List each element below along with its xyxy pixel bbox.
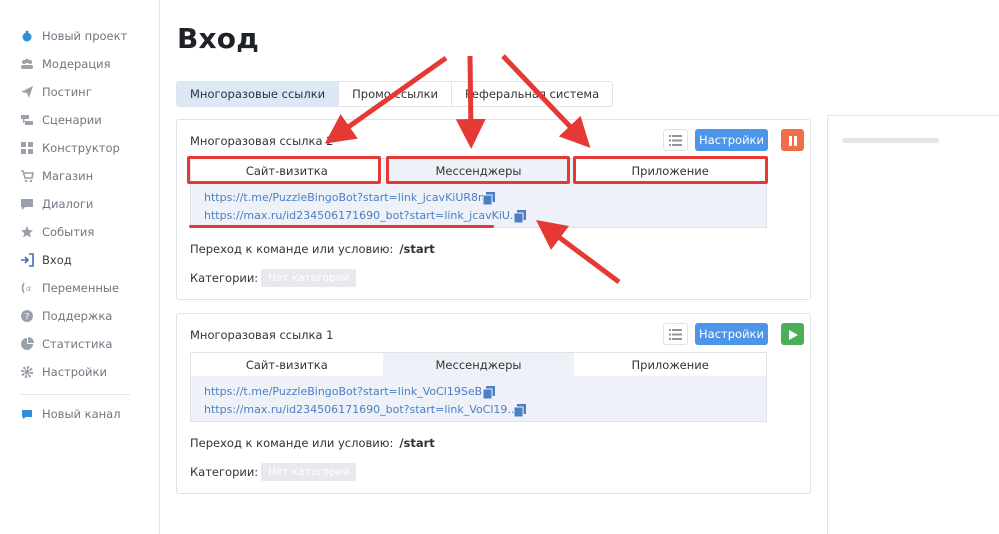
section-tabs: Многоразовые ссылки Промо ссылки Реферал… [176,81,614,107]
pause-button[interactable] [781,129,804,151]
cart-icon [20,169,34,183]
copy-icon[interactable] [513,208,526,224]
telegram-link[interactable]: https://t.me/PuzzleBingoBot?start=link_V… [204,385,487,398]
list-icon [669,131,682,150]
command-value: /start [399,242,435,256]
sidebar-item-label: Вход [42,253,72,267]
svg-text:?: ? [25,313,30,323]
sidebar-item-label: Переменные [42,281,120,295]
right-panel [827,115,999,534]
highlight-underline [189,225,494,228]
tab-messengers[interactable]: Мессенджеры [382,353,575,376]
list-button[interactable] [663,323,688,345]
command-row: Переход к команде или условию: /start [190,242,435,256]
login-icon [20,253,34,267]
sidebar-item-settings[interactable]: Настройки [20,363,107,381]
link-box: https://t.me/PuzzleBingoBot?start=link_j… [190,182,767,228]
users-icon [20,57,34,71]
command-value: /start [399,436,435,450]
list-button[interactable] [663,129,688,151]
command-label: Переход к команде или условию: [190,436,394,450]
sidebar-item-new-channel[interactable]: Новый канал [20,405,121,423]
tab-reusable-links[interactable]: Многоразовые ссылки [177,82,340,106]
categories-badge: Нет категорий [261,269,357,287]
card-title: Многоразовая ссылка 1 [190,328,334,342]
tab-app[interactable]: Приложение [574,159,766,182]
sidebar-item-label: Новый проект [42,29,128,43]
project-icon [20,29,34,43]
sidebar-item-label: Настройки [42,365,107,379]
variable-icon: α [20,281,34,295]
sidebar-item-login[interactable]: Вход [20,251,72,269]
copy-icon[interactable] [513,402,526,418]
sidebar-item-statistics[interactable]: Статистика [20,335,112,353]
tab-business-card[interactable]: Сайт-визитка [191,159,383,182]
tab-promo-links[interactable]: Промо ссылки [339,82,452,106]
sidebar-item-label: События [42,225,95,239]
telegram-link[interactable]: https://t.me/PuzzleBingoBot?start=link_j… [204,191,489,204]
link-type-tabs: Сайт-визитка Мессенджеры Приложение [190,158,767,182]
max-link[interactable]: https://max.ru/id234506171690_bot?start=… [204,403,518,416]
pie-icon [20,337,34,351]
settings-button[interactable]: Настройки [695,323,768,345]
play-icon [788,325,798,344]
sidebar-item-label: Постинг [42,85,92,99]
play-button[interactable] [781,323,804,345]
sidebar-item-moderation[interactable]: Модерация [20,55,111,73]
sidebar-item-constructor[interactable]: Конструктор [20,139,120,157]
categories-badge: Нет категорий [261,463,357,481]
sidebar-item-label: Магазин [42,169,94,183]
categories-label: Категории: [190,465,259,479]
gear-icon [20,365,34,379]
tab-app[interactable]: Приложение [574,353,766,376]
link-card: Многоразовая ссылка 2 Настройки Сайт-виз… [176,119,811,300]
sidebar: Новый проект Модерация Постинг Сценарии … [0,0,160,534]
sidebar-item-events[interactable]: События [20,223,94,241]
sidebar-item-label: Модерация [42,57,111,71]
sidebar-item-label: Новый канал [42,407,121,421]
sidebar-item-scenarios[interactable]: Сценарии [20,111,102,129]
list-icon [669,325,682,344]
sidebar-item-label: Диалоги [42,197,94,211]
sidebar-item-label: Статистика [42,337,113,351]
sidebar-item-posting[interactable]: Постинг [20,83,92,101]
pause-icon [788,131,798,150]
send-icon [20,85,34,99]
tab-referral-system[interactable]: Реферальная система [452,82,612,106]
svg-text:α: α [26,284,31,293]
sidebar-item-variables[interactable]: α Переменные [20,279,119,297]
chat-icon [20,197,34,211]
page-title: Вход [177,22,260,55]
grid-icon [20,141,34,155]
star-icon [20,225,34,239]
sidebar-item-new-project[interactable]: Новый проект [20,27,127,45]
channel-icon [20,407,34,421]
settings-button[interactable]: Настройки [695,129,768,151]
command-row: Переход к команде или условию: /start [190,436,435,450]
sidebar-item-support[interactable]: ? Поддержка [20,307,112,325]
tab-messengers[interactable]: Мессенджеры [382,159,575,182]
command-label: Переход к команде или условию: [190,242,394,256]
sidebar-item-shop[interactable]: Магазин [20,167,93,185]
loading-placeholder [842,138,939,143]
sidebar-divider [20,394,130,395]
sidebar-item-label: Поддержка [42,309,113,323]
card-title: Многоразовая ссылка 2 [190,134,334,148]
link-card: Многоразовая ссылка 1 Настройки Сайт-виз… [176,313,811,494]
copy-icon[interactable] [482,190,495,206]
link-box: https://t.me/PuzzleBingoBot?start=link_V… [190,376,767,422]
scenario-icon [20,113,34,127]
copy-icon[interactable] [482,384,495,400]
sidebar-item-dialogs[interactable]: Диалоги [20,195,93,213]
categories-label: Категории: [190,271,259,285]
sidebar-item-label: Сценарии [42,113,102,127]
help-icon: ? [20,309,34,323]
tab-business-card[interactable]: Сайт-визитка [191,353,383,376]
max-link[interactable]: https://max.ru/id234506171690_bot?start=… [204,209,520,222]
link-type-tabs: Сайт-визитка Мессенджеры Приложение [190,352,767,376]
sidebar-item-label: Конструктор [42,141,120,155]
